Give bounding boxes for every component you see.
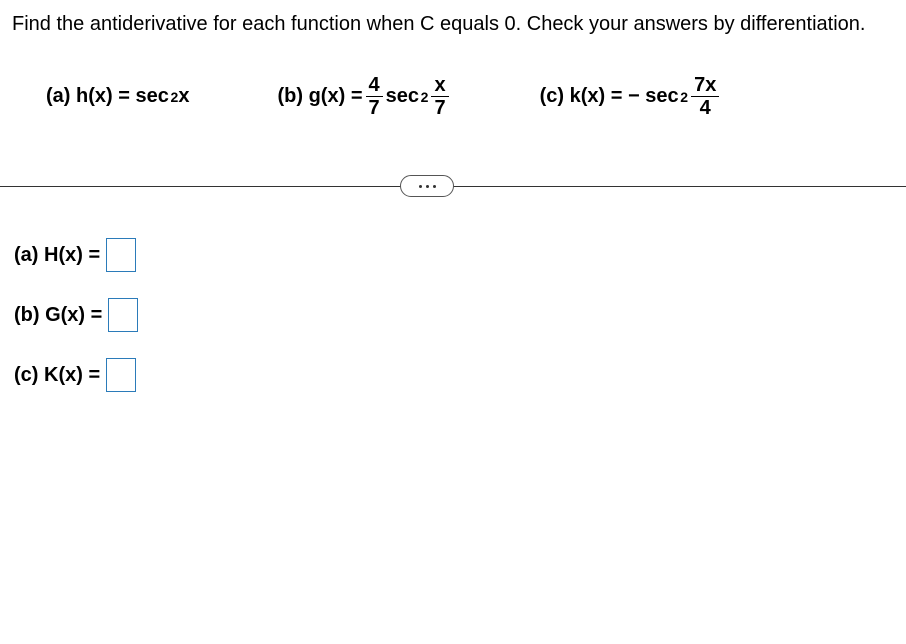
problem-b-coef-den: 7 bbox=[366, 97, 383, 118]
problem-a-sec: sec bbox=[136, 85, 169, 108]
answer-row-c: (c) K(x) = bbox=[14, 358, 894, 392]
divider-row bbox=[12, 174, 894, 198]
problem-a-label: (a) bbox=[46, 85, 70, 108]
problem-c-label: (c) bbox=[540, 85, 564, 108]
problem-a-equals: = bbox=[118, 85, 130, 108]
problem-a-func: h(x) bbox=[76, 85, 113, 108]
answer-c-input[interactable] bbox=[106, 358, 136, 392]
answer-a-input[interactable] bbox=[106, 238, 136, 272]
answer-b-label: (b) G(x) = bbox=[14, 304, 102, 327]
problem-c-func: k(x) bbox=[570, 85, 606, 108]
problem-b: (b) g(x) = 4 7 sec 2 x 7 bbox=[277, 75, 451, 118]
problem-b-equals: = bbox=[351, 85, 363, 108]
problem-b-arg-frac: x 7 bbox=[431, 75, 448, 118]
problem-c-sec: sec bbox=[645, 85, 678, 108]
problem-b-func: g(x) bbox=[309, 85, 346, 108]
problem-b-arg-den: 7 bbox=[431, 97, 448, 118]
problem-b-coef-num: 4 bbox=[366, 75, 383, 97]
answer-row-a: (a) H(x) = bbox=[14, 238, 894, 272]
problem-b-label: (b) bbox=[277, 85, 303, 108]
problem-c: (c) k(x) = − sec 2 7x 4 bbox=[540, 75, 723, 118]
problem-c-arg-frac: 7x 4 bbox=[691, 75, 719, 118]
answer-b-input[interactable] bbox=[108, 298, 138, 332]
ellipsis-button[interactable] bbox=[400, 175, 454, 197]
instructions-text: Find the antiderivative for each functio… bbox=[12, 10, 894, 39]
problem-b-arg-num: x bbox=[431, 75, 448, 97]
answer-c-label: (c) K(x) = bbox=[14, 364, 100, 387]
answer-a-label: (a) H(x) = bbox=[14, 244, 100, 267]
problem-a: (a) h(x) = sec 2x bbox=[46, 85, 189, 108]
answers-section: (a) H(x) = (b) G(x) = (c) K(x) = bbox=[12, 238, 894, 392]
problems-row: (a) h(x) = sec 2x (b) g(x) = 4 7 sec 2 x… bbox=[12, 75, 894, 118]
ellipsis-icon bbox=[419, 185, 436, 188]
problem-c-arg-den: 4 bbox=[691, 97, 719, 118]
problem-b-sec: sec bbox=[386, 85, 419, 108]
problem-c-arg-num: 7x bbox=[691, 75, 719, 97]
problem-a-arg: x bbox=[178, 85, 189, 108]
answer-row-b: (b) G(x) = bbox=[14, 298, 894, 332]
problem-b-coef-frac: 4 7 bbox=[366, 75, 383, 118]
problem-c-equals: = − bbox=[611, 85, 640, 108]
